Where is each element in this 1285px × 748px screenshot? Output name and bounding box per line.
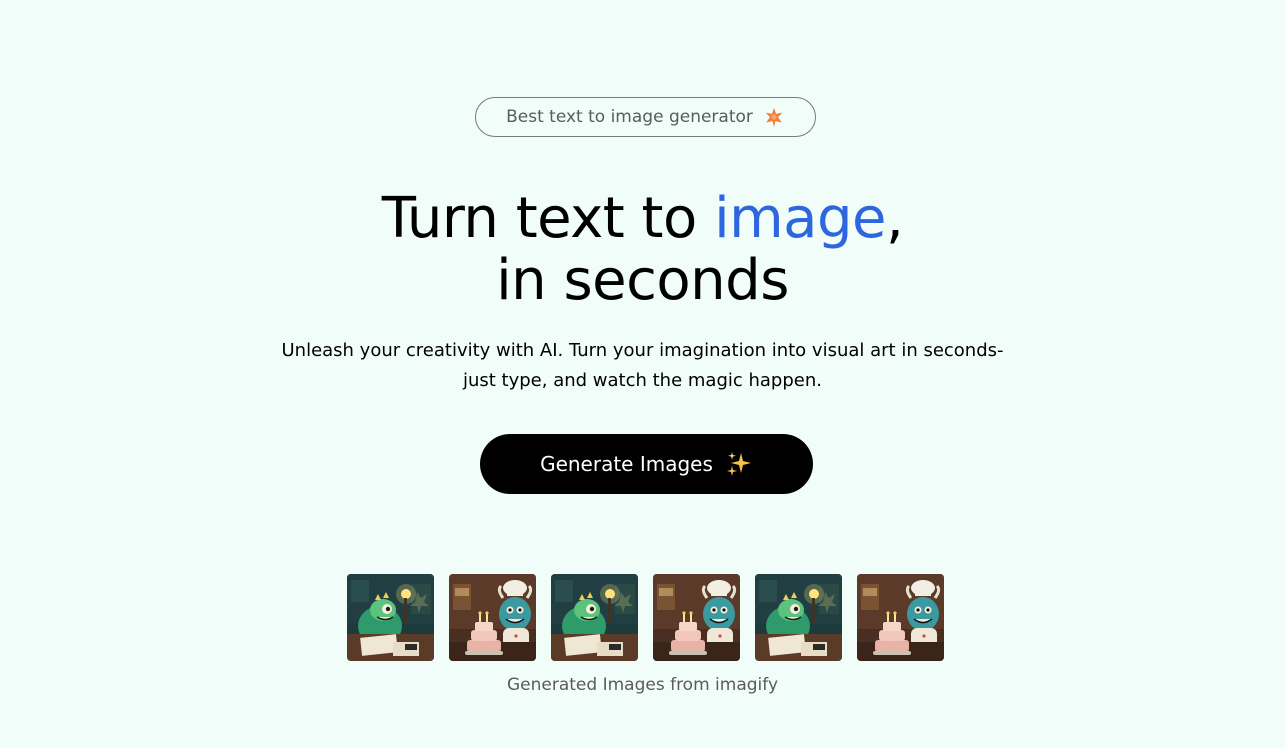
- star-icon: [765, 107, 783, 128]
- hero-title-suffix: ,: [886, 186, 904, 251]
- generate-images-button[interactable]: Generate Images: [480, 434, 813, 494]
- badge-label: Best text to image generator: [506, 107, 753, 127]
- gallery-image-monster-lamp[interactable]: [551, 574, 638, 661]
- hero-title-accent: image: [714, 186, 886, 251]
- landing-page: Best text to image generator Turn text t…: [0, 0, 1285, 748]
- generate-images-label: Generate Images: [540, 452, 713, 476]
- gallery-image-monster-chef[interactable]: [857, 574, 944, 661]
- generated-images-gallery: [347, 574, 944, 661]
- hero-subtitle-line2: just type, and watch the magic happen.: [462, 370, 822, 391]
- tagline-badge: Best text to image generator: [475, 97, 816, 137]
- hero-subtitle-line1: Unleash your creativity with AI. Turn yo…: [281, 340, 1004, 361]
- gallery-image-monster-chef[interactable]: [449, 574, 536, 661]
- hero-title-line2: in seconds: [496, 248, 789, 313]
- hero-title: Turn text to image, in seconds: [0, 188, 1285, 312]
- sparkle-icon: [726, 452, 751, 476]
- gallery-image-monster-chef[interactable]: [653, 574, 740, 661]
- hero-subtitle: Unleash your creativity with AI. Turn yo…: [0, 336, 1285, 396]
- gallery-caption: Generated Images from imagify: [506, 675, 779, 695]
- gallery-image-monster-lamp[interactable]: [755, 574, 842, 661]
- hero-title-prefix: Turn text to: [381, 186, 715, 251]
- gallery-image-monster-lamp[interactable]: [347, 574, 434, 661]
